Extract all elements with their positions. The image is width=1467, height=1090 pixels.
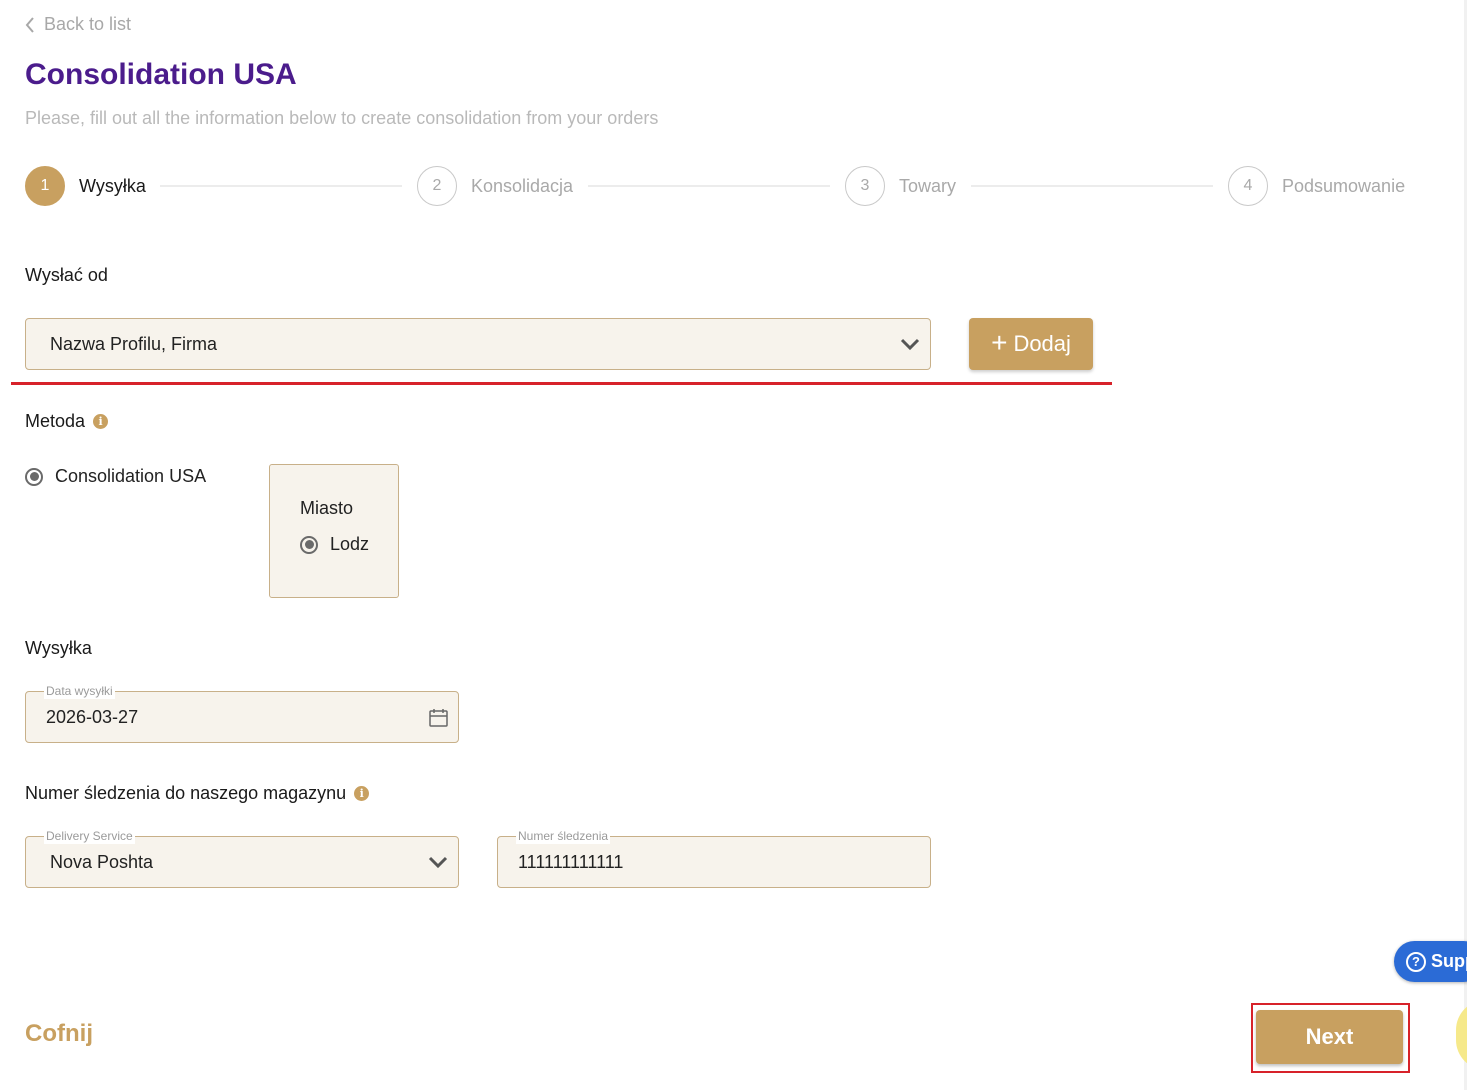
radio-selected-icon <box>25 467 43 486</box>
chevron-down-icon <box>900 338 920 351</box>
method-label-text: Metoda <box>25 411 86 431</box>
method-option-label: Consolidation USA <box>55 466 207 486</box>
tracking-label-text: Numer śledzenia do naszego magazynu <box>25 783 347 803</box>
tracking-number-legend: Numer śledzenia <box>516 828 611 844</box>
step-wysylka[interactable]: 1 Wysyłka <box>25 166 146 206</box>
add-profile-button[interactable]: + Dodaj <box>969 318 1093 370</box>
info-icon[interactable]: i <box>354 786 370 801</box>
step-label: Towary <box>899 175 957 196</box>
help-icon: ? <box>1406 951 1426 972</box>
support-button[interactable]: ? Supp <box>1394 941 1467 982</box>
step-connector <box>971 185 1213 187</box>
page-subtitle: Please, fill out all the information bel… <box>25 108 659 128</box>
step-konsolidacja[interactable]: 2 Konsolidacja <box>417 166 573 206</box>
page-title: Consolidation USA <box>25 58 297 91</box>
step-label: Konsolidacja <box>471 175 574 196</box>
method-option-consolidation-usa[interactable]: Consolidation USA <box>25 466 206 487</box>
delivery-service-value: Nova Poshta <box>50 851 154 872</box>
delivery-service-legend: Delivery Service <box>44 828 135 844</box>
shipping-date-legend: Data wysyłki <box>44 683 115 699</box>
back-to-list-link[interactable]: Back to list <box>24 14 131 35</box>
step-number: 4 <box>1228 166 1268 206</box>
step-towary[interactable]: 3 Towary <box>845 166 956 206</box>
chevron-down-icon <box>428 856 448 869</box>
stepper: 1 Wysyłka 2 Konsolidacja 3 Towary 4 Pods… <box>25 166 1415 206</box>
tracking-number-input[interactable]: Numer śledzenia 111111111111 <box>497 828 931 888</box>
radio-selected-icon <box>300 535 318 554</box>
chat-widget-edge[interactable] <box>1456 1000 1467 1070</box>
step-connector <box>160 185 402 187</box>
step-podsumowanie[interactable]: 4 Podsumowanie <box>1228 166 1405 206</box>
shipping-date-field[interactable]: Data wysyłki 2026-03-27 <box>25 683 459 743</box>
method-label: Metoda i <box>25 411 109 432</box>
step-number: 2 <box>417 166 457 206</box>
send-from-label-text: Wysłać od <box>25 265 108 285</box>
chevron-left-icon <box>25 16 34 33</box>
shipping-date-value: 2026-03-27 <box>46 706 139 727</box>
highlight-underline <box>11 382 1112 385</box>
next-button[interactable]: Next <box>1256 1010 1403 1064</box>
step-number: 3 <box>845 166 885 206</box>
add-profile-label: Dodaj <box>1013 331 1071 356</box>
send-from-select[interactable]: Nazwa Profilu, Firma <box>25 318 931 370</box>
step-label: Podsumowanie <box>1282 175 1406 196</box>
step-connector <box>588 185 830 187</box>
delivery-service-select[interactable]: Delivery Service Nova Poshta <box>25 828 459 888</box>
back-to-list-label: Back to list <box>44 14 132 34</box>
tracking-number-value: 111111111111 <box>518 851 624 872</box>
step-label: Wysyłka <box>79 175 146 196</box>
plus-icon: + <box>991 326 1008 358</box>
city-title: Miasto <box>300 498 354 518</box>
city-option-lodz[interactable]: Lodz <box>300 534 369 555</box>
info-icon[interactable]: i <box>93 414 109 429</box>
back-button[interactable]: Cofnij <box>25 1020 93 1048</box>
send-from-label: Wysłać od <box>25 265 108 286</box>
tracking-label: Numer śledzenia do naszego magazynu i <box>25 783 370 804</box>
step-number: 1 <box>25 166 65 206</box>
support-label: Supp <box>1431 951 1467 971</box>
shipping-label-text: Wysyłka <box>25 638 92 658</box>
city-box: Miasto Lodz <box>269 464 399 598</box>
shipping-label: Wysyłka <box>25 638 92 659</box>
calendar-icon[interactable] <box>429 708 448 727</box>
send-from-value: Nazwa Profilu, Firma <box>50 333 218 354</box>
city-option-label: Lodz <box>330 534 370 554</box>
